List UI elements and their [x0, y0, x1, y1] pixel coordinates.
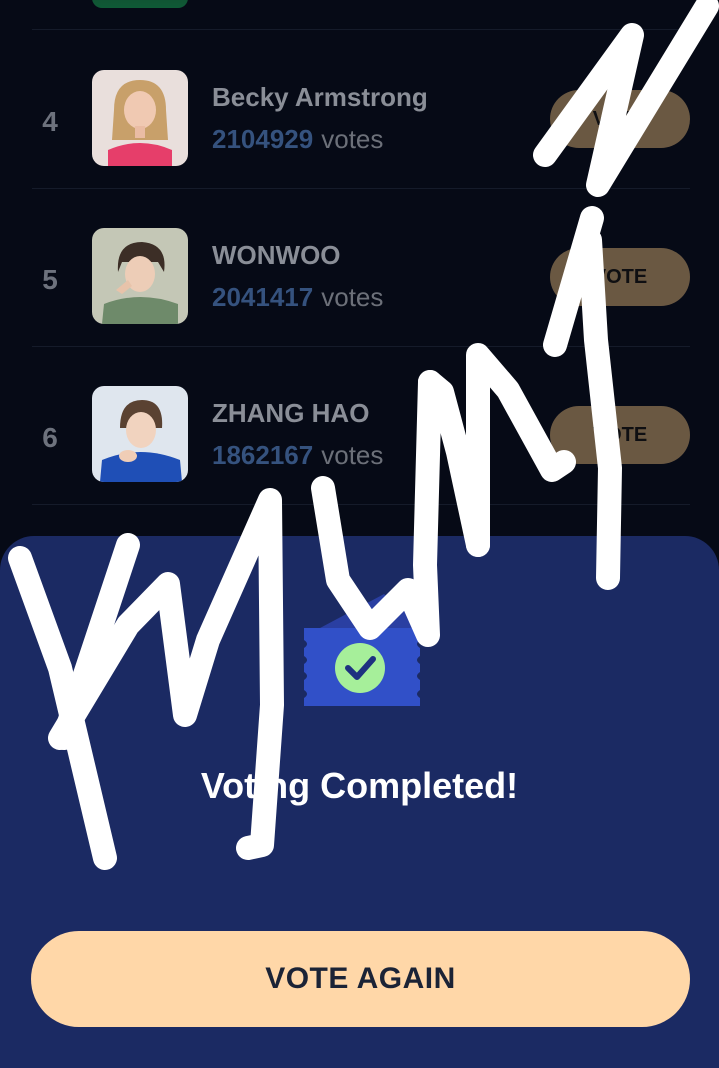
leaderboard-row-partial	[32, 0, 690, 30]
leaderboard-row: 6 ZHANG HAO 1862167 votes VOTE	[32, 346, 690, 505]
vote-count: 2104929	[212, 124, 314, 154]
leaderboard-row: 5 WONWOO 2041417 votes VOTE	[32, 188, 690, 347]
rank-number: 6	[42, 422, 58, 453]
votes-label: votes	[321, 282, 384, 312]
rank-number: 5	[42, 264, 58, 295]
voting-completed-sheet: Voting Completed! VOTE AGAIN	[0, 536, 719, 1068]
vote-button[interactable]: VOTE	[550, 406, 690, 464]
vote-tally: 1862167 votes	[212, 438, 383, 472]
candidate-avatar[interactable]	[92, 386, 188, 482]
candidate-avatar[interactable]	[92, 70, 188, 166]
leaderboard-row: 4 Becky Armstrong 2104929 votes VOTE	[32, 30, 690, 189]
check-circle-icon	[335, 643, 385, 693]
vote-count: 1862167	[212, 440, 314, 470]
completion-title: Voting Completed!	[200, 765, 519, 806]
vote-button[interactable]: VOTE	[550, 248, 690, 306]
candidate-name: Becky Armstrong	[212, 82, 428, 112]
ticket-icon	[292, 586, 432, 716]
vote-button[interactable]: VOTE	[550, 90, 690, 148]
candidate-name: WONWOO	[212, 240, 341, 270]
votes-label: votes	[321, 124, 384, 154]
voting-screen: 4 Becky Armstrong 2104929 votes VOTE 5 W…	[0, 0, 719, 1068]
candidate-name: ZHANG HAO	[212, 398, 370, 428]
vote-tally: 2041417 votes	[212, 280, 383, 314]
vote-count: 2041417	[212, 282, 314, 312]
vote-again-button[interactable]: VOTE AGAIN	[31, 931, 690, 1027]
votes-label: votes	[321, 440, 384, 470]
candidate-avatar[interactable]	[92, 228, 188, 324]
vote-tally: 2104929 votes	[212, 122, 383, 156]
rank-number: 4	[42, 106, 58, 137]
candidate-avatar-partial	[92, 0, 188, 8]
